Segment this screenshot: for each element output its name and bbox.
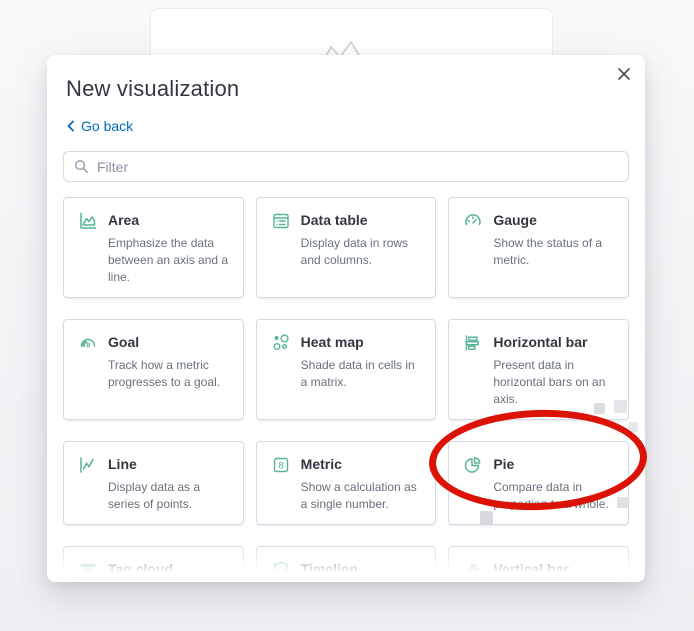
- heat-map-icon: [271, 333, 291, 353]
- metric-icon: 8: [271, 455, 291, 475]
- vis-type-description: Show the status of a metric.: [493, 236, 603, 267]
- vis-type-title: Area: [108, 212, 140, 228]
- vis-type-description: Show a calculation as a single number.: [300, 480, 417, 511]
- filter-search-box: [63, 151, 629, 182]
- vis-type-card-pie[interactable]: Pie Compare data in proportion to a whol…: [448, 441, 629, 525]
- vis-type-title: Pie: [493, 456, 515, 472]
- vis-type-description: Emphasize the data between an axis and a…: [108, 236, 229, 284]
- svg-text:8: 8: [86, 343, 90, 350]
- vis-type-card-line[interactable]: Line Display data as a series of points.: [63, 441, 244, 525]
- vis-type-card-area[interactable]: Area Emphasize the data between an axis …: [63, 197, 244, 298]
- chevron-left-icon: [67, 120, 74, 132]
- vis-type-card-data-table[interactable]: Data table Display data in rows and colu…: [255, 197, 437, 298]
- vis-type-title: Vertical bar: [493, 561, 569, 577]
- vis-type-card-metric[interactable]: 8 Metric Show a calculation as a single …: [255, 441, 437, 525]
- vis-type-title: Gauge: [493, 212, 537, 228]
- vis-type-card-gauge[interactable]: Gauge Show the status of a metric.: [448, 197, 629, 298]
- vis-type-card-heat-map[interactable]: Heat map Shade data in cells in a matrix…: [255, 319, 437, 420]
- pie-chart-icon: [463, 455, 483, 475]
- vis-type-title: Goal: [108, 334, 140, 350]
- vis-type-title: Data table: [300, 212, 368, 228]
- timelion-icon: [271, 560, 291, 580]
- data-table-icon: [271, 211, 291, 231]
- vis-type-card-vertical-bar[interactable]: Vertical bar Present data in vertical ba…: [448, 546, 629, 582]
- vis-type-title: Timelion: [300, 561, 358, 577]
- screen: New visualization Go back Filter Area Em…: [0, 0, 694, 631]
- vis-type-title: Heat map: [300, 334, 364, 350]
- vertical-bar-icon: [463, 560, 483, 580]
- vis-type-description: Present data in horizontal bars on an ax…: [493, 358, 606, 406]
- page-title: New visualization: [66, 76, 240, 101]
- vis-type-card-horizontal-bar[interactable]: Horizontal bar Present data in horizonta…: [448, 319, 629, 420]
- goal-icon: 8: [78, 333, 98, 353]
- vis-type-card-tag-cloud[interactable]: Tag cloud Display word frequency with fo…: [63, 546, 244, 582]
- gauge-icon: [463, 211, 483, 231]
- svg-text:8: 8: [278, 461, 283, 472]
- search-icon: [75, 160, 89, 174]
- go-back-link[interactable]: Go back: [66, 118, 133, 134]
- close-icon[interactable]: [611, 61, 637, 87]
- horizontal-bar-icon: [463, 333, 483, 353]
- vis-type-description: Display data in rows and columns.: [300, 236, 409, 267]
- area-chart-icon: [78, 211, 98, 231]
- vis-type-description: Track how a metric progresses to a goal.: [108, 358, 221, 389]
- vis-type-card-timelion[interactable]: Timelion Show time series data on a grap…: [255, 546, 437, 582]
- new-visualization-modal: New visualization Go back Filter Area Em…: [47, 55, 645, 582]
- tag-cloud-icon: [78, 560, 98, 580]
- vis-type-card-goal[interactable]: 8 Goal Track how a metric progresses to …: [63, 319, 244, 420]
- visualization-type-grid: Area Emphasize the data between an axis …: [63, 197, 629, 582]
- vis-type-title: Tag cloud: [108, 561, 174, 577]
- vis-type-title: Metric: [300, 456, 342, 472]
- vis-type-description: Shade data in cells in a matrix.: [300, 358, 415, 389]
- vis-type-description: Compare data in proportion to a whole.: [493, 480, 609, 511]
- vis-type-description: Display data as a series of points.: [108, 480, 201, 511]
- vis-type-title: Line: [108, 456, 137, 472]
- go-back-label: Go back: [81, 118, 134, 134]
- vis-type-title: Horizontal bar: [493, 334, 588, 350]
- line-chart-icon: [78, 455, 98, 475]
- filter-input[interactable]: [97, 158, 618, 175]
